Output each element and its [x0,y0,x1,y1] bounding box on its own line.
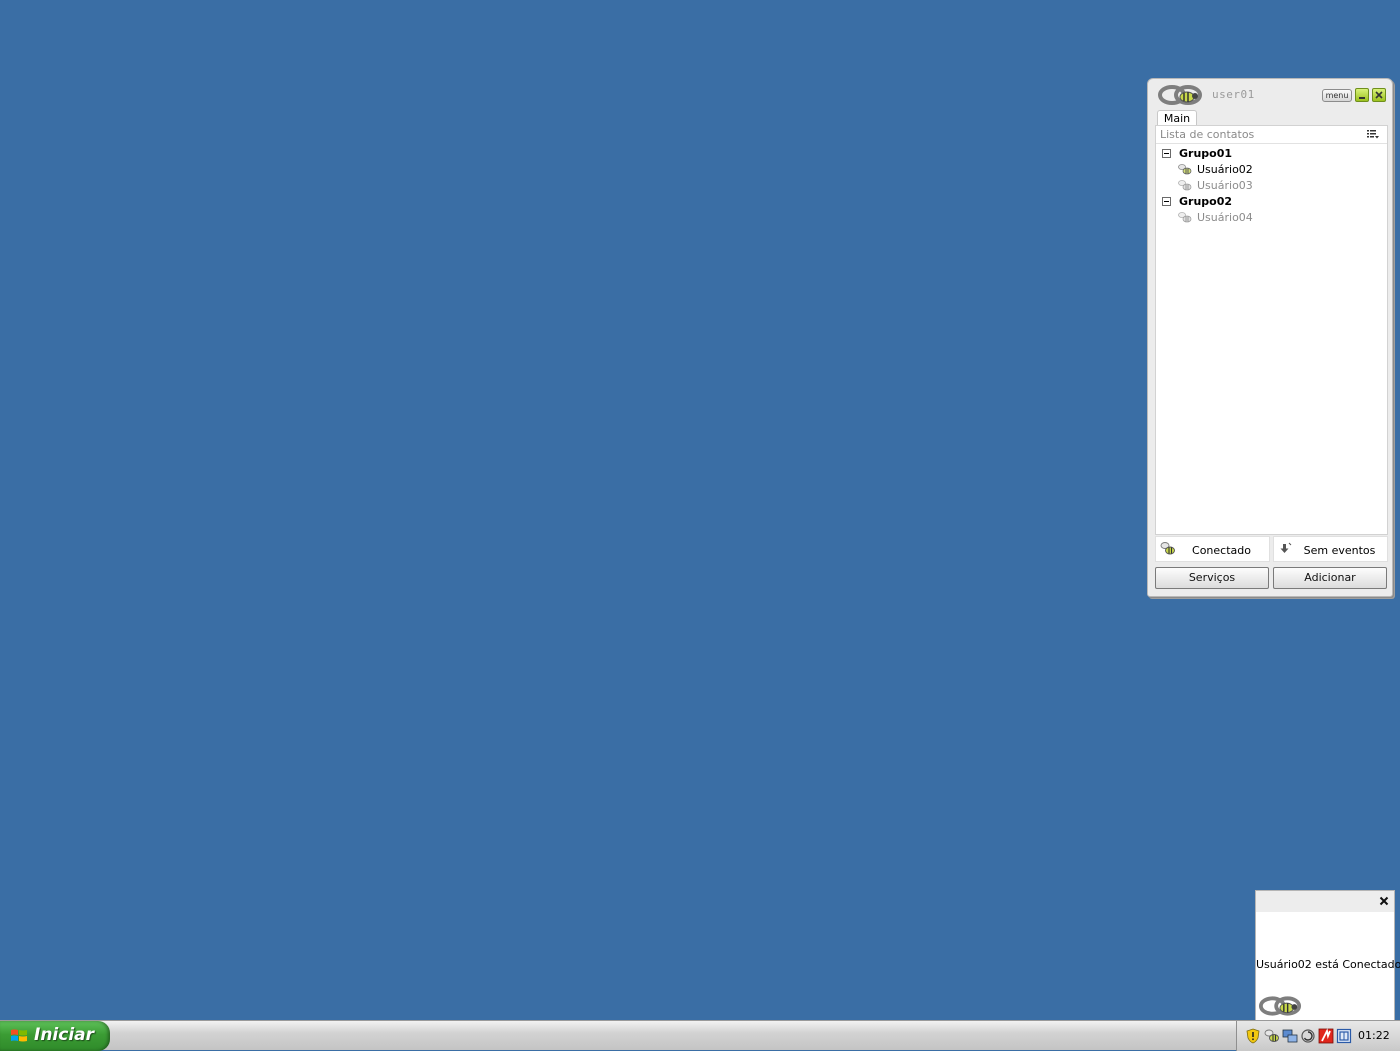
notification-toast[interactable]: Usuário02 está Conectado [1255,890,1400,1021]
bee-logo-icon [1158,85,1202,105]
contact-usuario04[interactable]: Usuário04 [1178,210,1253,226]
list-options-icon[interactable] [1367,129,1379,139]
contact-list-panel: Lista de contatos Grupo01 Usuário02 Usuá… [1155,125,1388,535]
close-icon [1375,91,1383,99]
username-label: user01 [1212,88,1255,101]
windows-logo-icon [11,1029,27,1042]
connection-status-label: Conectado [1192,544,1251,557]
start-label: Iniciar [34,1025,95,1045]
add-contact-button[interactable]: Adicionar [1273,567,1387,589]
network-icon[interactable] [1282,1028,1298,1044]
contact-list-title: Lista de contatos [1160,128,1255,141]
contact-usuario03[interactable]: Usuário03 [1178,178,1253,194]
close-button[interactable] [1372,88,1386,102]
group-grupo02[interactable]: Grupo02 [1162,194,1232,210]
collapse-toggle-icon[interactable] [1162,149,1171,158]
contact-name: Usuário03 [1197,179,1253,192]
contact-usuario02[interactable]: Usuário02 [1178,162,1253,178]
group-label: Grupo01 [1179,147,1233,160]
toast-header [1256,891,1394,912]
menu-button[interactable]: menu [1322,89,1352,102]
antivirus-icon[interactable] [1318,1028,1334,1044]
messenger-tray-icon[interactable] [1264,1028,1280,1044]
start-button[interactable]: Iniciar [0,1021,110,1051]
online-bee-icon [1178,164,1192,175]
group-label: Grupo02 [1179,195,1233,208]
system-tray: 01:22 [1236,1021,1400,1051]
offline-bee-icon [1178,180,1192,191]
clock[interactable]: 01:22 [1358,1029,1390,1042]
offline-bee-icon [1178,212,1192,223]
security-shield-icon[interactable] [1246,1028,1260,1044]
minimize-button[interactable] [1355,88,1369,102]
tab-main[interactable]: Main [1157,110,1197,126]
group-grupo01[interactable]: Grupo01 [1162,146,1232,162]
contact-name: Usuário02 [1197,163,1253,176]
display-icon[interactable] [1336,1028,1352,1044]
close-icon[interactable] [1379,896,1389,906]
events-status-label: Sem eventos [1303,544,1376,557]
contact-name: Usuário04 [1197,211,1253,224]
services-button[interactable]: Serviços [1155,567,1269,589]
title-bar[interactable]: user01 menu [1148,79,1392,109]
events-status[interactable]: Sem eventos [1273,536,1388,562]
status-bar: Conectado Sem eventos [1155,536,1388,562]
contact-list-header: Lista de contatos [1156,126,1387,144]
collapse-toggle-icon[interactable] [1162,197,1171,206]
update-icon[interactable] [1300,1028,1316,1044]
connection-status[interactable]: Conectado [1155,536,1270,562]
bee-logo-icon [1258,996,1302,1016]
messenger-window: user01 menu Main Lista de contatos Grupo… [1147,78,1393,597]
taskbar: Iniciar 01:22 [0,1020,1400,1051]
notification-message: Usuário02 está Conectado [1256,958,1400,971]
